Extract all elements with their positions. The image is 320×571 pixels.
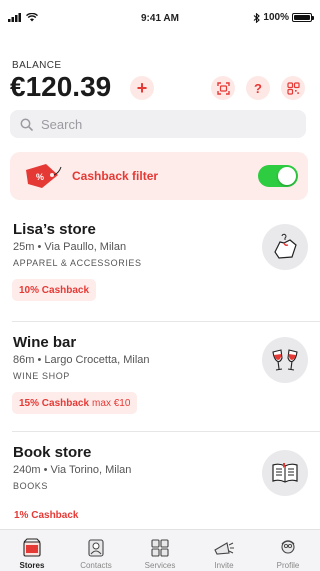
cashback-rate: 10% Cashback xyxy=(19,284,90,296)
discount-tag-icon: % xyxy=(26,164,62,188)
balance-label: BALANCE xyxy=(12,60,62,71)
battery-percent: 100% xyxy=(263,12,289,23)
tab-profile[interactable]: Profile xyxy=(256,530,320,571)
qr-code-button[interactable] xyxy=(281,76,305,100)
book-icon xyxy=(262,450,308,496)
balance-amount: €120.39 xyxy=(10,71,112,102)
cashback-badge: 1% Cashback xyxy=(12,504,80,526)
cashback-rate: 1% Cashback xyxy=(14,509,79,521)
tab-invite[interactable]: Invite xyxy=(192,530,256,571)
cashback-filter-label: Cashback filter xyxy=(72,169,159,183)
tab-label: Contacts xyxy=(80,561,112,570)
battery-level xyxy=(294,15,310,20)
divider xyxy=(12,321,320,322)
services-icon xyxy=(151,539,169,557)
scan-button[interactable] xyxy=(211,76,235,100)
store-name: Wine bar xyxy=(13,334,77,351)
wine-glasses-icon xyxy=(262,337,308,383)
cashback-filter-card: % Cashback filter xyxy=(10,152,308,200)
qr-code-icon xyxy=(286,81,300,95)
scan-icon xyxy=(216,81,230,95)
store-location: 86m • Largo Crocetta, Milan xyxy=(13,354,150,366)
store-category: APPAREL & ACCESSORIES xyxy=(13,258,142,268)
cashback-badge: 10% Cashback xyxy=(12,279,97,301)
store-icon xyxy=(23,538,41,557)
cashback-rate: 15% Cashback xyxy=(19,397,90,409)
store-location: 25m • Via Paullo, Milan xyxy=(13,241,127,253)
tab-label: Stores xyxy=(19,561,45,570)
profile-icon xyxy=(281,540,295,554)
divider xyxy=(12,431,320,432)
svg-text:%: % xyxy=(36,172,44,182)
cashback-badge: 15% Cashback max €10 xyxy=(12,392,138,414)
tab-services[interactable]: Services xyxy=(128,530,192,571)
search-icon xyxy=(20,118,33,131)
tab-contacts[interactable]: Contacts xyxy=(64,530,128,571)
store-category: WINE SHOP xyxy=(13,371,70,381)
megaphone-icon xyxy=(214,542,234,555)
store-name: Lisa’s store xyxy=(13,221,96,238)
help-button[interactable]: ? xyxy=(246,76,270,100)
store-name: Book store xyxy=(13,444,92,461)
tab-label: Profile xyxy=(276,561,300,570)
search-bar[interactable] xyxy=(10,110,306,138)
add-funds-button[interactable]: + xyxy=(130,76,154,100)
status-bar: 9:41 AM 100% xyxy=(0,0,320,40)
tab-label: Invite xyxy=(214,561,234,570)
tab-label: Services xyxy=(144,561,176,570)
search-input[interactable] xyxy=(41,116,281,132)
store-location: 240m • Via Torino, Milan xyxy=(13,464,132,476)
battery-icon xyxy=(292,13,314,22)
contacts-icon xyxy=(88,539,104,557)
bluetooth-icon xyxy=(254,12,261,23)
cashback-filter-toggle[interactable] xyxy=(258,165,298,187)
shirt-icon xyxy=(262,224,308,270)
battery-group: 100% xyxy=(253,12,314,23)
tab-stores[interactable]: Stores xyxy=(0,530,64,571)
store-category: BOOKS xyxy=(13,481,49,491)
toggle-knob xyxy=(278,167,296,185)
tab-bar: Stores Contacts Services Invite Profile xyxy=(0,529,320,571)
cashback-limit: max €10 xyxy=(92,397,131,409)
